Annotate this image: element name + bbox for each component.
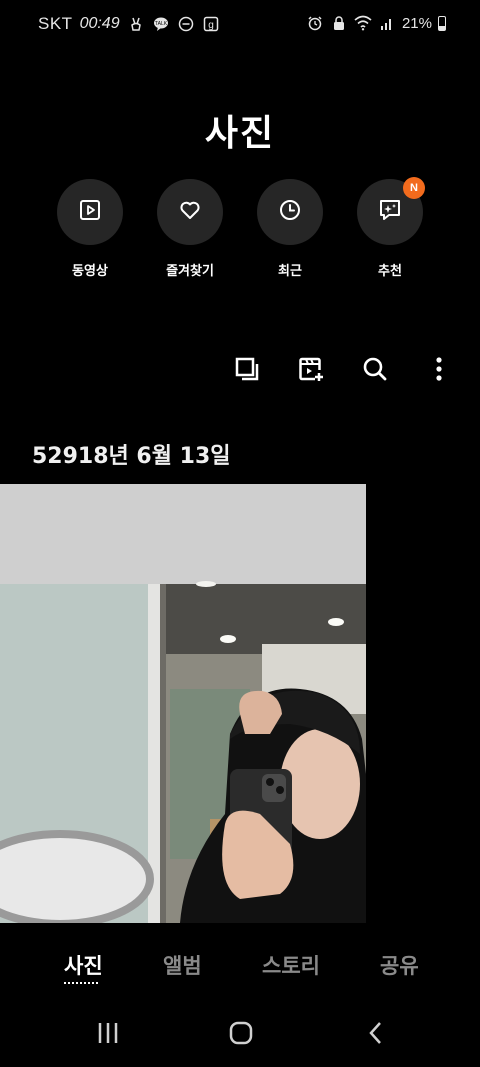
play-square-icon <box>78 198 102 226</box>
quick-favorites-label: 즐겨찾기 <box>166 264 214 279</box>
tab-photos[interactable]: 사진 <box>64 950 103 980</box>
back-icon <box>366 1021 386 1049</box>
quick-favorites[interactable]: 즐겨찾기 <box>140 179 240 279</box>
peace-hand-icon <box>127 15 145 33</box>
quick-suggestions[interactable]: N 추천 <box>340 177 440 279</box>
svg-text:TALK: TALK <box>155 21 168 27</box>
quick-favorites-circle[interactable] <box>157 179 223 245</box>
tab-albums[interactable]: 앨범 <box>163 950 202 980</box>
recent-apps-icon <box>96 1021 120 1049</box>
carrier-name: SKT <box>38 14 73 33</box>
create-video-button[interactable] <box>292 352 330 390</box>
home-button[interactable] <box>221 1018 261 1052</box>
quick-videos-label: 동영상 <box>72 264 108 279</box>
svg-text:g: g <box>208 20 214 31</box>
recent-apps-button[interactable] <box>88 1018 128 1052</box>
photo-thumbnail[interactable] <box>0 484 366 923</box>
more-options-button[interactable] <box>420 352 458 390</box>
quick-videos[interactable]: 동영상 <box>40 179 140 279</box>
bottom-tabs: 사진 앨범 스토리 공유 <box>0 950 480 990</box>
nav-bar <box>0 1008 480 1060</box>
search-button[interactable] <box>356 352 394 390</box>
create-video-icon <box>297 355 325 387</box>
home-icon <box>228 1020 254 1050</box>
new-badge: N <box>403 177 425 199</box>
status-time: 00:49 <box>79 15 120 32</box>
status-bar-right: 21% <box>306 14 446 32</box>
quick-recent-circle[interactable] <box>257 179 323 245</box>
quick-suggestions-label: 추천 <box>378 264 402 279</box>
active-tab-indicator <box>64 981 98 984</box>
sparkle-chat-icon <box>377 197 403 227</box>
tab-stories[interactable]: 스토리 <box>262 950 320 980</box>
app-g-icon: g <box>202 15 220 33</box>
kakaotalk-icon: TALK <box>152 15 170 33</box>
photo-image <box>0 484 366 923</box>
search-icon <box>361 355 389 387</box>
quick-videos-circle[interactable] <box>57 179 123 245</box>
lock-icon <box>330 14 348 32</box>
tab-sharing[interactable]: 공유 <box>380 950 419 980</box>
quick-recent[interactable]: 최근 <box>240 179 340 279</box>
quick-suggestions-circle[interactable]: N <box>357 177 425 245</box>
back-button[interactable] <box>356 1018 396 1052</box>
quick-categories: 동영상 즐겨찾기 최근 N 추천 <box>0 177 480 289</box>
heart-icon <box>178 198 202 226</box>
select-icon <box>233 355 261 387</box>
do-not-disturb-icon <box>177 15 195 33</box>
battery-percent: 21% <box>401 14 432 32</box>
quick-recent-label: 최근 <box>278 264 302 279</box>
battery-icon <box>438 15 446 31</box>
toolbar <box>228 352 458 390</box>
wifi-icon <box>354 14 372 32</box>
alarm-icon <box>306 14 324 32</box>
signal-icon <box>378 14 396 32</box>
page-title: 사진 <box>204 113 276 154</box>
date-header: 52918년 6월 13일 <box>32 444 231 469</box>
status-bar-left: SKT 00:49 TALK g <box>38 14 220 34</box>
more-options-icon <box>435 356 443 386</box>
status-bar: SKT 00:49 TALK g 21% <box>0 0 480 48</box>
clock-icon <box>278 198 302 226</box>
select-button[interactable] <box>228 352 266 390</box>
